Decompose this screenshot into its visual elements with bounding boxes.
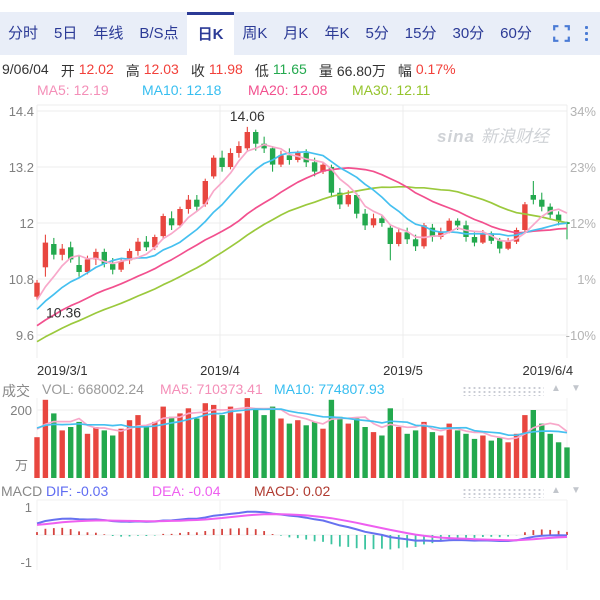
macd-pane-label: MACD [1, 483, 42, 499]
price-tick: 12 [2, 216, 34, 231]
volume-y-tick: 200 [0, 403, 32, 418]
price-tick: 10.8 [2, 272, 34, 287]
volume-pane-drag-handle[interactable] [462, 386, 544, 396]
volume-ma-lines [37, 408, 567, 439]
volume-unit-label: 万 [0, 455, 28, 474]
percent-tick: 34% [570, 104, 596, 119]
macd-pane-up-arrow-icon[interactable]: ▲ [551, 485, 561, 496]
kline-chart[interactable]: 14.06 10.36 [0, 0, 600, 600]
date-tick: 2019/6/4 [522, 363, 573, 378]
macd-grid [37, 500, 567, 570]
date-tick: 2019/5 [383, 363, 423, 378]
macd-legend-item: MACD: 0.02 [254, 483, 330, 499]
percent-tick: -10% [566, 328, 596, 343]
volume-pane-label: 成交 [2, 381, 30, 401]
macd-legend-item: DIF: -0.03 [46, 483, 108, 499]
volume-pane-up-arrow-icon[interactable]: ▲ [551, 383, 561, 394]
price-ma-lines [37, 145, 567, 342]
macd-pane-down-arrow-icon[interactable]: ▼ [571, 485, 581, 496]
percent-tick: 23% [570, 160, 596, 175]
date-tick: 2019/4 [200, 363, 240, 378]
low-annotation: 10.36 [46, 305, 81, 321]
price-grid [37, 105, 567, 358]
volume-grid [37, 398, 567, 478]
high-annotation: 14.06 [230, 108, 265, 124]
percent-tick: 12% [570, 216, 596, 231]
vol-legend-item: MA10: 774807.93 [274, 381, 385, 397]
vol-legend-item: MA5: 710373.41 [160, 381, 263, 397]
percent-tick: 1% [577, 272, 596, 287]
date-tick: 2019/3/1 [37, 363, 88, 378]
price-tick: 13.2 [2, 160, 34, 175]
price-tick: 14.4 [2, 104, 34, 119]
macd-y-tick-neg: -1 [0, 555, 32, 570]
macd-y-tick-pos: 1 [0, 500, 32, 515]
macd-legend-item: DEA: -0.04 [152, 483, 220, 499]
kline-screen: 分时5日年线B/S点日K周K月K年K5分15分30分60分 9/06/04 开1… [0, 0, 600, 600]
macd-pane-drag-handle[interactable] [462, 488, 544, 498]
vol-legend-item: VOL: 668002.24 [42, 381, 144, 397]
price-tick: 9.6 [2, 328, 34, 343]
macd-lines [37, 512, 567, 541]
volume-pane-down-arrow-icon[interactable]: ▼ [571, 383, 581, 394]
